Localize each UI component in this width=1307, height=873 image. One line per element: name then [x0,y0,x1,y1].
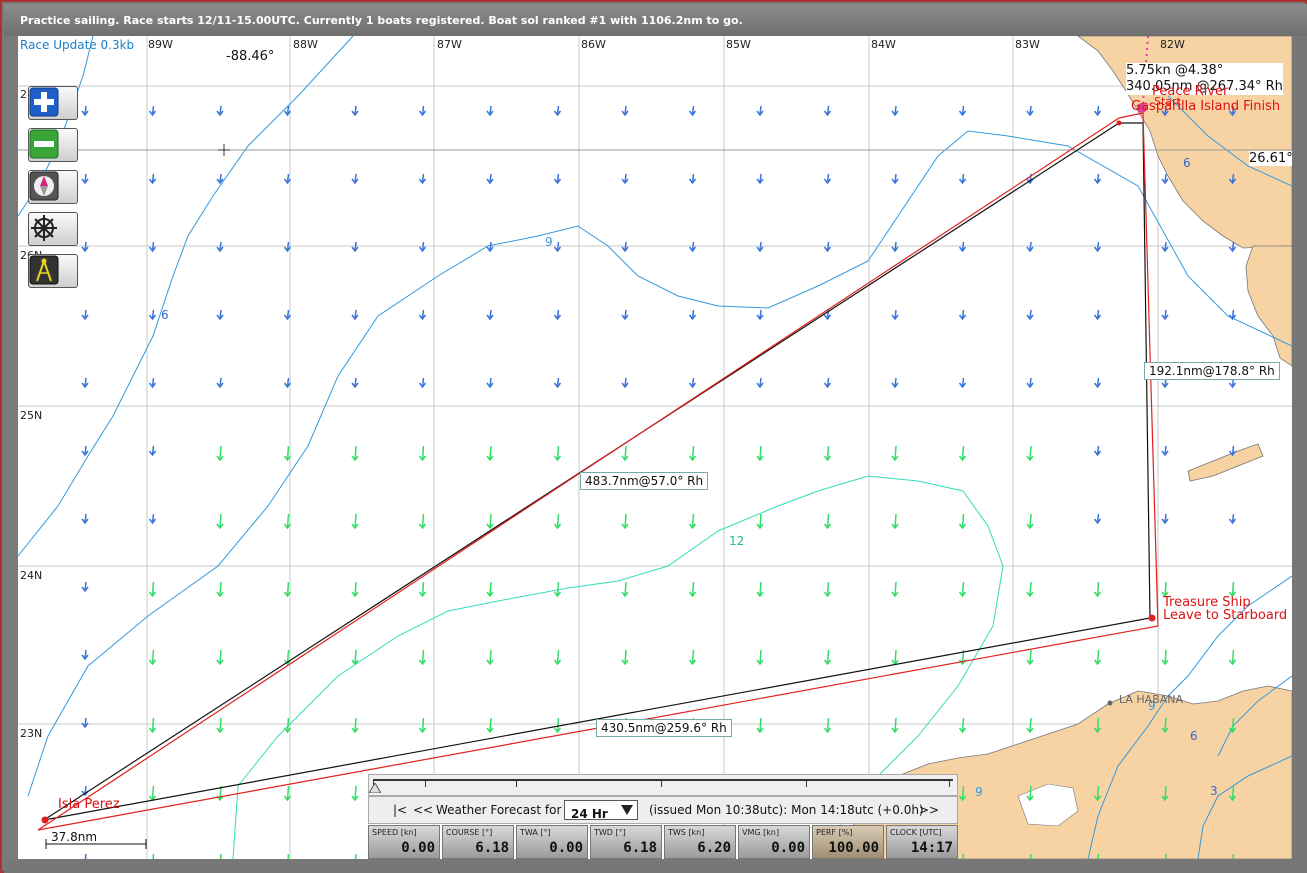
race-update-label[interactable]: Race Update 0.3kb [20,38,134,52]
lat-label-25n: 25N [20,409,43,422]
lat-label-24n: 24N [20,569,43,582]
minus-icon [29,129,59,159]
contour-label: 6 [161,308,169,322]
label-finish: Gasparilla Island Finish [1131,99,1281,114]
boat-speed: 5.75kn @4.38° [1126,63,1224,78]
land-florida-south [1245,245,1292,367]
lat-label-23n: 23N [20,727,43,740]
forecast-hours-value: 24 Hr [571,807,608,821]
scale-label: 37.8nm [51,830,98,844]
lon-label-86w: 86W [581,38,606,51]
lon-label-87w: 87W [437,38,462,51]
forecast-timeline-slider[interactable] [368,774,958,796]
dividers-button[interactable] [28,254,78,288]
zoom-out-button[interactable] [28,128,78,162]
contour-label: 9 [975,785,983,799]
instrument-perf: PERF [%] 100.00 [812,825,884,859]
label-isla-perez: Isla Perez [58,797,120,812]
land-masses [837,36,1292,859]
ship-wheel-icon [31,215,57,241]
right-edge-panel[interactable] [1292,36,1307,859]
cursor-crosshair [18,144,1292,156]
contour-label: 9 [545,235,553,249]
nav-prev-button[interactable]: << [413,803,433,817]
instrument-twd: TWD [°] 6.18 [590,825,662,859]
lon-label-88w: 88W [293,38,318,51]
lon-label-82w: 82W [1160,38,1185,51]
status-text: Practice sailing. Race starts 12/11-15.0… [20,14,743,27]
weather-forecast-row: |< << Weather Forecast for 24 Hr (issued… [368,796,958,824]
leg-label-1: 483.7nm@57.0° Rh [580,472,709,490]
lon-label-83w: 83W [1015,38,1040,51]
forecast-issued-text: (issued Mon 10:38utc): Mon 14:18utc (+0.… [649,803,924,817]
instrument-twa: TWA [°] 0.00 [516,825,588,859]
leg-label-2: 430.5nm@259.6° Rh [596,719,732,737]
weather-forecast-panel: |< << Weather Forecast for 24 Hr (issued… [368,774,958,824]
timeline-handle-icon[interactable] [369,783,381,793]
contour-label: 6 [1190,729,1198,743]
app-window: Practice sailing. Race starts 12/11-15.0… [0,0,1307,873]
leg-label-3: 192.1nm@178.8° Rh [1144,362,1280,380]
instrument-speed: SPEED [kn] 0.00 [368,825,440,859]
chevron-down-icon [621,805,633,815]
isobar-blue-right [1167,575,1292,697]
mark-peace-river [1116,120,1122,126]
instrument-course: COURSE [°] 6.18 [442,825,514,859]
contour-label: 12 [729,534,745,548]
lon-label-85w: 85W [726,38,751,51]
status-bar: Practice sailing. Race starts 12/11-15.0… [4,4,1307,36]
mark-treasure-ship [1148,614,1156,622]
cursor-lat-readout: 26.61° [1249,151,1292,166]
instrument-clock: CLOCK [UTC] 14:17 [886,825,958,859]
dividers-icon [29,255,59,285]
compass-icon [29,171,59,201]
label-leave-to-starboard: Leave to Starboard [1163,608,1288,623]
lon-label-84w: 84W [871,38,896,51]
compass-button[interactable] [28,170,78,204]
chart-map[interactable]: Race Update 0.3kb 89W 88W 87W 86W 85W 84… [18,36,1292,859]
isobar-blue-2 [27,130,1292,797]
instrument-tws: TWS [kn] 6.20 [664,825,736,859]
instrument-vmg: VMG [kn] 0.00 [738,825,810,859]
land-keys [1187,443,1264,482]
nav-next-button[interactable]: >> [919,803,939,817]
nav-first-button[interactable]: |< [393,803,407,817]
helm-button[interactable] [28,212,78,246]
contour-label: 3 [1210,784,1218,798]
bottom-edge-bar [4,859,1307,873]
forecast-hours-select[interactable]: 24 Hr [564,800,638,821]
plus-icon [29,87,59,117]
cursor-lon-readout: -88.46° [226,49,275,64]
weather-forecast-label: Weather Forecast for [436,803,562,817]
label-la-habana: LA HABANA [1119,693,1184,706]
mark-isla-perez [41,816,49,824]
contour-label: 6 [1183,156,1191,170]
lon-label-89w: 89W [148,38,173,51]
instrument-panel: SPEED [kn] 0.00 COURSE [°] 6.18 TWA [°] … [368,825,960,859]
zoom-in-button[interactable] [28,86,78,120]
mark-la-habana [1107,700,1113,706]
